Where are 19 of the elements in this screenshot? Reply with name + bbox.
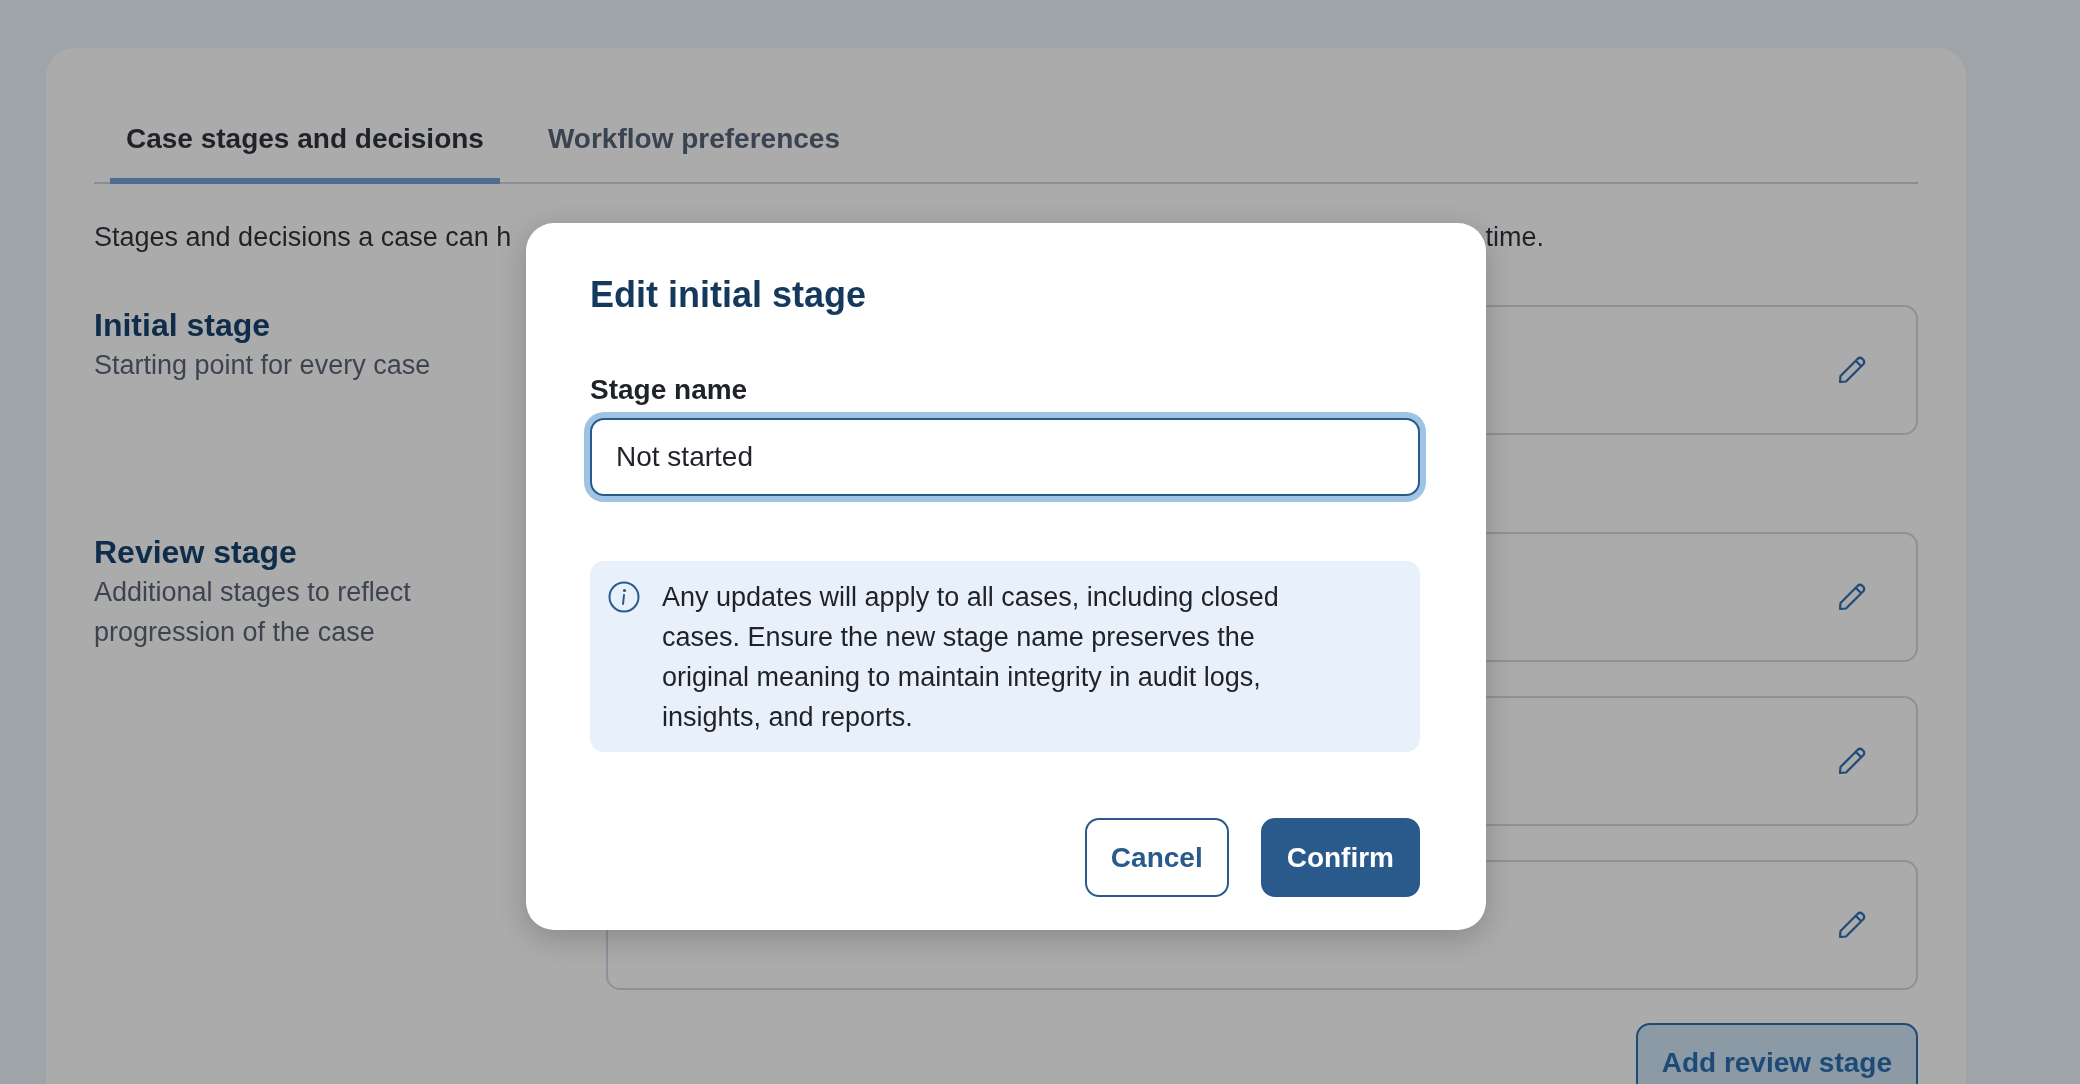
pencil-icon[interactable]: [1836, 909, 1868, 941]
pencil-icon[interactable]: [1836, 581, 1868, 613]
description-text: Stages and decisions a case can h: [94, 221, 512, 254]
tab[interactable]: Workflow preferences: [531, 100, 856, 184]
section-subtitle: Additional stages to reflect progression of the case: [94, 576, 412, 649]
section-title: Review stage: [94, 533, 298, 572]
tab[interactable]: Case stages and decisions: [110, 100, 500, 184]
notice-text: Any updates will apply to all cases, including closed cases. Ensure the new stage name preserves the original meaning to maintain integrity in audit logs, insights, and reports.: [662, 581, 1280, 734]
dialog-title: Edit initial stage: [590, 273, 868, 317]
section-title: Initial stage: [94, 306, 272, 345]
pencil-icon[interactable]: [1836, 354, 1868, 386]
confirm-button[interactable]: Confirm: [1260, 818, 1420, 897]
section-subtitle: Starting point for every case: [94, 349, 432, 382]
cancel-button[interactable]: Cancel: [1084, 818, 1229, 897]
description-text: time.: [1485, 221, 1544, 254]
stage-name-input[interactable]: Not started: [590, 418, 1420, 496]
info-icon: [608, 581, 640, 613]
field-label: Stage name: [590, 373, 749, 407]
pencil-icon[interactable]: [1836, 745, 1868, 777]
